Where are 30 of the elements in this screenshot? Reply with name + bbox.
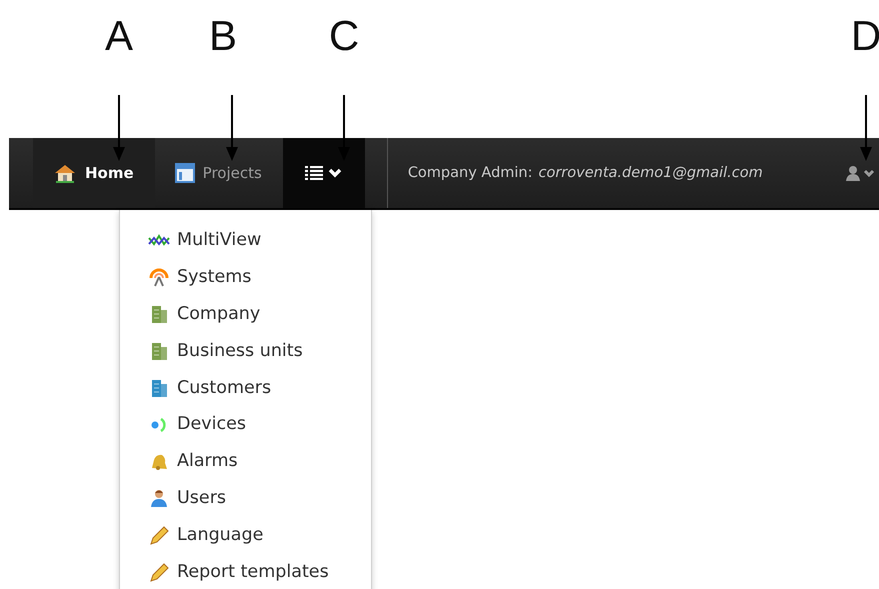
nav-tab[interactable]: Projects <box>154 138 283 208</box>
pencil-icon <box>148 562 170 582</box>
chevron-down-icon <box>328 168 342 178</box>
chevron-down-icon <box>863 168 875 178</box>
account-role: Company Admin: <box>408 165 532 181</box>
menu-item[interactable]: Report templates <box>120 553 371 589</box>
callout-arrow <box>336 95 352 161</box>
antenna-icon <box>148 267 170 288</box>
house-icon <box>53 163 77 183</box>
menu-item[interactable]: Devices <box>120 406 371 443</box>
menu-item[interactable]: MultiView <box>120 222 371 259</box>
callout-letter: C <box>328 12 360 60</box>
window-icon <box>174 163 195 183</box>
user-icon <box>148 488 170 508</box>
callout-letter: A <box>104 12 134 60</box>
callout-arrow <box>111 95 127 161</box>
user-icon <box>845 165 861 181</box>
user-menu-button[interactable] <box>845 165 875 181</box>
menu-item[interactable]: Language <box>120 516 371 554</box>
account-email: corroventa.demo1@gmail.com <box>538 165 763 181</box>
menu-item[interactable]: Customers <box>120 369 371 406</box>
menu-item[interactable]: Company <box>120 296 371 332</box>
callout-letter: B <box>208 12 238 60</box>
list-icon <box>305 166 324 180</box>
menu-item[interactable]: Alarms <box>120 442 371 480</box>
menu-item[interactable]: Users <box>120 480 371 516</box>
pencil-icon <box>148 524 170 545</box>
menu-button[interactable] <box>282 138 365 208</box>
menu-item[interactable]: Business units <box>120 332 371 370</box>
menu-item[interactable]: Systems <box>120 258 371 296</box>
